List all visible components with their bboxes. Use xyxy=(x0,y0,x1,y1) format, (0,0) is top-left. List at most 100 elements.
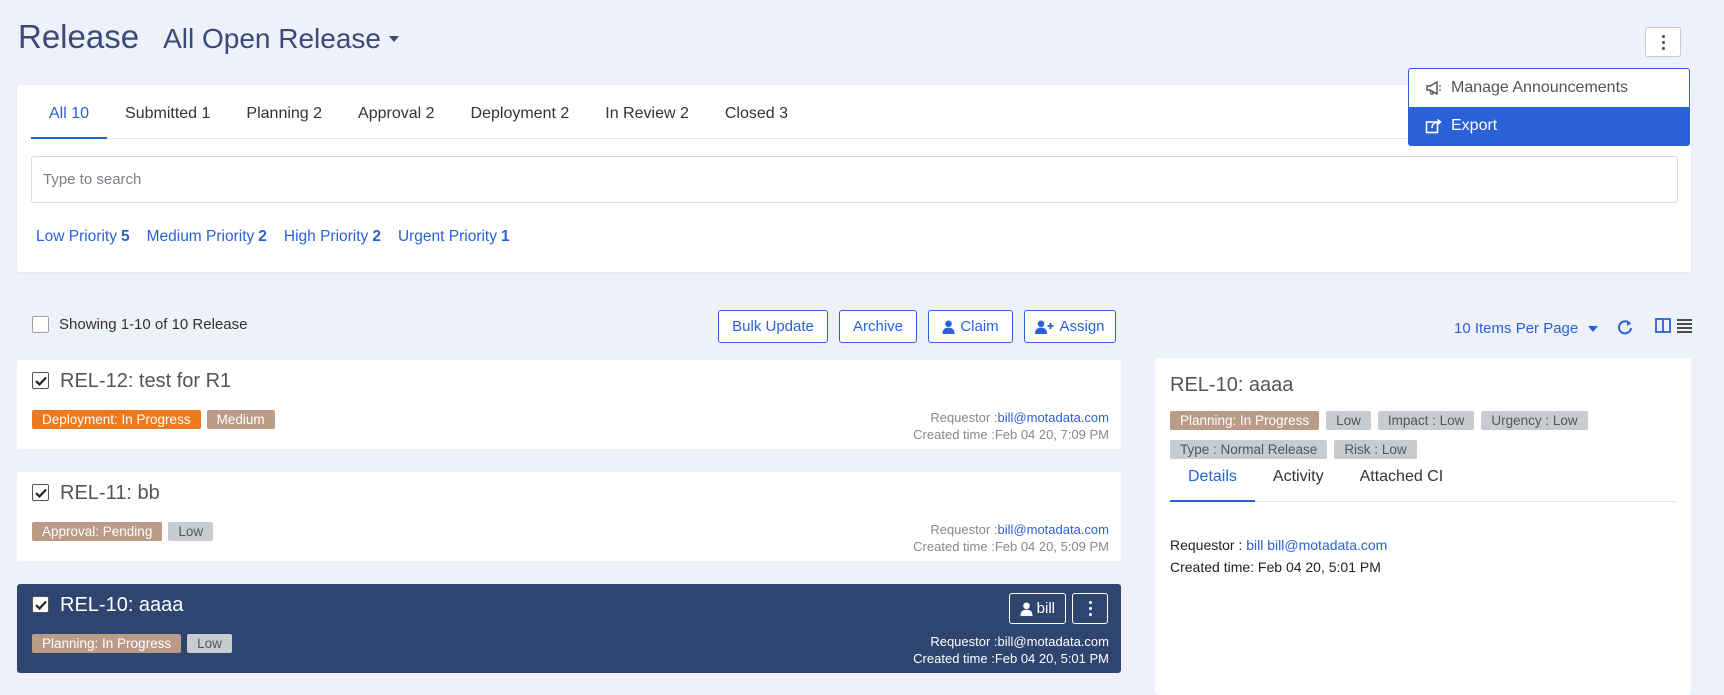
detail-tags: Planning: In Progress Low Impact : Low U… xyxy=(1170,411,1650,459)
tab-details[interactable]: Details xyxy=(1170,460,1255,502)
page-header: Release All Open Release xyxy=(18,18,399,56)
refresh-icon[interactable] xyxy=(1617,319,1633,335)
release-meta: Requestor :bill@motadata.com Created tim… xyxy=(913,409,1109,443)
menu-item-manage-announcements[interactable]: Manage Announcements xyxy=(1409,69,1689,107)
type-badge: Type : Normal Release xyxy=(1170,440,1328,459)
assignee-name: bill xyxy=(1036,600,1055,617)
claim-button[interactable]: Claim xyxy=(928,310,1013,343)
detail-body: Requestor : bill bill@motadata.com Creat… xyxy=(1170,534,1387,578)
risk-badge: Risk : Low xyxy=(1334,440,1417,459)
created-time: Created time: Feb 04 20, 5:01 PM xyxy=(1170,559,1381,575)
assignee-button[interactable]: bill xyxy=(1008,593,1066,624)
megaphone-icon xyxy=(1426,80,1441,96)
options-dropdown: Manage Announcements Export xyxy=(1408,68,1690,146)
priority-count: 2 xyxy=(372,228,381,245)
card-actions: bill xyxy=(1008,593,1108,624)
release-meta: Requestor :bill@motadata.com Created tim… xyxy=(913,633,1109,667)
chevron-down-icon xyxy=(1588,325,1599,332)
requestor-link[interactable]: bill bill@motadata.com xyxy=(1246,537,1387,553)
release-tags: Deployment: In Progress Medium xyxy=(32,410,275,429)
user-icon xyxy=(942,320,955,334)
kebab-icon xyxy=(1661,34,1665,50)
requestor-label: Requestor : xyxy=(1170,537,1243,553)
card-more-button[interactable] xyxy=(1072,593,1108,624)
created-time: Created time :Feb 04 20, 5:09 PM xyxy=(913,539,1109,554)
created-time: Created time :Feb 04 20, 7:09 PM xyxy=(913,427,1109,442)
requestor-label: Requestor : xyxy=(930,522,998,537)
bulk-update-button[interactable]: Bulk Update xyxy=(718,310,828,343)
showing-count: Showing 1-10 of 10 Release xyxy=(59,316,248,333)
card-checkbox[interactable] xyxy=(32,372,49,389)
more-options-button[interactable] xyxy=(1645,27,1681,57)
items-per-page-selector[interactable]: 10 Items Per Page xyxy=(1454,320,1599,337)
priority-filters: Low Priority 5 Medium Priority 2 High Prio… xyxy=(36,228,510,246)
requestor-label: Requestor : xyxy=(930,410,998,425)
items-per-page-label: 10 Items Per Page xyxy=(1454,320,1579,337)
view-selector-label: All Open Release xyxy=(163,23,381,54)
export-icon xyxy=(1425,118,1442,134)
priority-filter-low[interactable]: Low Priority 5 xyxy=(36,228,130,246)
check-icon xyxy=(34,376,47,386)
search-input[interactable] xyxy=(31,156,1678,203)
tab-all[interactable]: All 10 xyxy=(31,85,108,139)
status-badge: Planning: In Progress xyxy=(32,634,182,653)
check-icon xyxy=(34,600,47,610)
list-view-icon[interactable] xyxy=(1677,318,1692,333)
priority-label: High Priority xyxy=(283,228,369,245)
requestor-email[interactable]: bill@motadata.com xyxy=(998,410,1109,425)
priority-filter-urgent[interactable]: Urgent Priority 1 xyxy=(398,228,510,246)
priority-count: 1 xyxy=(501,228,510,245)
release-title[interactable]: REL-10: aaaa xyxy=(60,594,183,617)
tab-closed[interactable]: Closed 3 xyxy=(707,85,806,139)
chevron-down-icon xyxy=(388,36,399,42)
menu-item-export[interactable]: Export xyxy=(1409,107,1689,145)
release-tags: Planning: In Progress Low xyxy=(32,634,232,653)
priority-badge: Low xyxy=(1326,411,1371,430)
release-tags: Approval: Pending Low xyxy=(32,522,214,541)
user-plus-icon xyxy=(1035,320,1054,334)
detail-title: REL-10: aaaa xyxy=(1170,374,1294,396)
priority-label: Low Priority xyxy=(36,228,117,245)
check-icon xyxy=(34,488,47,498)
priority-label: Medium Priority xyxy=(146,228,255,245)
requestor-email[interactable]: bill@motadata.com xyxy=(998,522,1109,537)
tab-approval[interactable]: Approval 2 xyxy=(340,85,453,139)
tab-in-review[interactable]: In Review 2 xyxy=(587,85,707,139)
status-badge: Approval: Pending xyxy=(32,522,163,541)
archive-button[interactable]: Archive xyxy=(839,310,917,343)
detail-tabs: Details Activity Attached CI xyxy=(1170,460,1676,502)
release-meta: Requestor :bill@motadata.com Created tim… xyxy=(913,521,1109,555)
kebab-icon xyxy=(1088,601,1092,616)
release-title[interactable]: REL-11: bb xyxy=(60,482,160,505)
requestor-email[interactable]: bill@motadata.com xyxy=(998,634,1109,649)
card-checkbox[interactable] xyxy=(32,484,49,501)
status-badge: Deployment: In Progress xyxy=(32,410,201,429)
release-card-rel-10[interactable]: REL-10: aaaa bill Planning: In Progress … xyxy=(17,584,1121,673)
priority-filter-high[interactable]: High Priority 2 xyxy=(284,228,381,246)
select-all-checkbox[interactable] xyxy=(32,316,49,333)
release-title[interactable]: REL-12: test for R1 xyxy=(60,370,231,393)
tab-deployment[interactable]: Deployment 2 xyxy=(453,85,588,139)
assign-button-label: Assign xyxy=(1059,318,1105,335)
priority-badge: Low xyxy=(168,522,214,541)
tab-planning[interactable]: Planning 2 xyxy=(228,85,340,139)
card-checkbox[interactable] xyxy=(32,596,49,613)
tab-attached-ci[interactable]: Attached CI xyxy=(1342,460,1462,502)
split-view-icon[interactable] xyxy=(1655,318,1671,333)
view-selector[interactable]: All Open Release xyxy=(163,23,399,55)
priority-badge: Low xyxy=(187,634,232,653)
claim-button-label: Claim xyxy=(960,318,999,335)
release-card-rel-12[interactable]: REL-12: test for R1 Deployment: In Progr… xyxy=(17,360,1121,449)
menu-item-label: Export xyxy=(1451,117,1498,134)
status-badge: Planning: In Progress xyxy=(1170,411,1320,430)
menu-item-label: Manage Announcements xyxy=(1451,79,1629,96)
release-card-rel-11[interactable]: REL-11: bb Approval: Pending Low Request… xyxy=(17,472,1121,561)
requestor-label: Requestor : xyxy=(930,634,998,649)
user-icon xyxy=(1020,602,1033,616)
impact-badge: Impact : Low xyxy=(1377,411,1475,430)
page-title: Release xyxy=(18,18,140,55)
tab-activity[interactable]: Activity xyxy=(1255,460,1342,502)
assign-button[interactable]: Assign xyxy=(1024,310,1116,343)
priority-filter-medium[interactable]: Medium Priority 2 xyxy=(147,228,267,246)
tab-submitted[interactable]: Submitted 1 xyxy=(107,85,228,139)
